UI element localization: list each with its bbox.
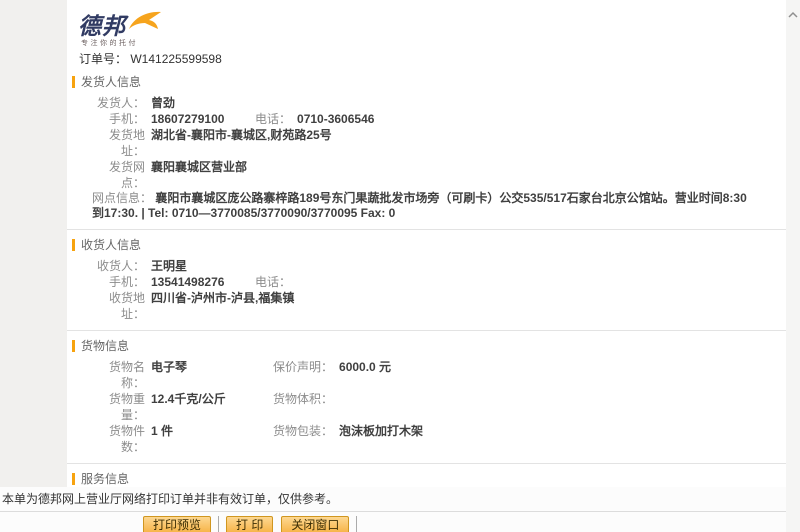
disclaimer-text: 本单为德邦网上营业厅网络打印订单并非有效订单，仅供参考。 [0,487,786,512]
sender-phone-row: 手机： 18607279100 电话： 0710-3606546 [92,111,786,127]
goods-name-value: 电子琴 [151,359,273,391]
goods-packing-value: 泡沫板加打木架 [339,423,423,455]
receiver-section-title: 收货人信息 [72,238,786,252]
goods-insured-label: 保价声明： [273,359,333,391]
section-title-text: 发货人信息 [81,75,141,89]
section-title-text: 服务信息 [81,472,129,486]
button-divider [218,516,219,532]
receiver-name-row: 收货人： 王明星 [92,258,786,274]
goods-quantity-label: 货物件数： [92,423,145,455]
goods-section: 货物信息 货物名称： 电子琴 保价声明： 6000.0 元 货物重量： 12.4… [67,339,786,464]
goods-weight-row: 货物重量： 12.4千克/公斤 货物体积： [92,391,786,423]
goods-name-label: 货物名称： [92,359,145,391]
sender-name-row: 发货人： 曾劲 [92,95,786,111]
order-number-value: W141225599598 [130,52,221,66]
chevron-up-icon[interactable] [788,8,798,16]
receiver-name-value: 王明星 [151,258,187,274]
vertical-scrollbar[interactable] [786,0,800,532]
order-number-line: 订单号： W141225599598 [79,51,786,67]
goods-name-row: 货物名称： 电子琴 保价声明： 6000.0 元 [92,359,786,391]
close-window-button[interactable]: 关闭窗口 [281,516,349,532]
button-row: 打印预览 打 印 关闭窗口 [143,515,786,532]
section-accent-bar [72,239,75,251]
button-divider [356,516,357,532]
service-section: 服务信息 运输方式： 精准卡航 送货方式： 自提 付款方式： 到付 签收单： 无… [67,472,786,487]
header: 德邦 专注你的托付 订单号： W141225599598 [67,0,786,67]
sender-mobile-value: 18607279100 [151,111,255,127]
section-accent-bar [72,340,75,352]
goods-insured-value: 6000.0 元 [339,359,391,391]
goods-quantity-value: 1 件 [151,423,273,455]
receiver-name-label: 收货人： [92,258,145,274]
sender-branch-value: 襄阳襄城区营业部 [151,159,247,191]
branch-info-row: 网点信息： 襄阳市襄城区庞公路寨梓路189号东门果蔬批发市场旁（可刷卡）公交53… [92,191,751,221]
goods-weight-label: 货物重量： [92,391,145,423]
section-accent-bar [72,473,75,485]
section-accent-bar [72,76,75,88]
order-print-page: 德邦 专注你的托付 订单号： W141225599598 发货人信息 发货人： … [0,0,800,532]
section-title-text: 收货人信息 [81,238,141,252]
print-preview-button[interactable]: 打印预览 [143,516,211,532]
bottom-bar: 本单为德邦网上营业厅网络打印订单并非有效订单，仅供参考。 打印预览 打 印 关闭… [0,487,786,532]
receiver-address-label: 收货地址： [92,290,145,322]
receiver-mobile-value: 13541498276 [151,274,255,290]
receiver-section: 收货人信息 收货人： 王明星 手机： 13541498276 电话： 收货地址：… [67,238,786,331]
branch-info-label: 网点信息： [92,191,152,205]
logo-wordmark: 德邦 [78,14,126,38]
branch-info-value: 襄阳市襄城区庞公路寨梓路189号东门果蔬批发市场旁（可刷卡）公交535/517石… [92,191,747,220]
logo-tagline: 专注你的托付 [81,39,786,48]
sender-section-title: 发货人信息 [72,75,786,89]
sender-address-row: 发货地址： 湖北省-襄阳市-襄城区,财苑路25号 [92,127,786,159]
receiver-mobile-label: 手机： [92,274,145,290]
sender-name-label: 发货人： [92,95,145,111]
sender-branch-label: 发货网点： [92,159,145,191]
sender-branch-row: 发货网点： 襄阳襄城区营业部 [92,159,786,191]
sender-section: 发货人信息 发货人： 曾劲 手机： 18607279100 电话： 0710-3… [67,75,786,230]
sender-address-value: 湖北省-襄阳市-襄城区,财苑路25号 [151,127,332,159]
logo-arrow-icon [128,10,162,35]
deppon-logo: 德邦 [78,12,786,38]
goods-volume-label: 货物体积： [273,391,333,423]
sender-phone-label: 电话： [255,111,291,127]
goods-section-title: 货物信息 [72,339,786,353]
left-gutter [0,0,67,487]
goods-weight-value: 12.4千克/公斤 [151,391,273,423]
print-button[interactable]: 打 印 [226,516,273,532]
sender-phone-value: 0710-3606546 [297,111,374,127]
receiver-address-row: 收货地址： 四川省-泸州市-泸县,福集镇 [92,290,786,322]
order-number-label: 订单号： [79,52,127,66]
goods-packing-label: 货物包装： [273,423,333,455]
receiver-phone-row: 手机： 13541498276 电话： [92,274,786,290]
service-section-title: 服务信息 [72,472,786,486]
receiver-phone-label: 电话： [255,274,291,290]
goods-quantity-row: 货物件数： 1 件 货物包装： 泡沫板加打木架 [92,423,786,455]
sender-mobile-label: 手机： [92,111,145,127]
section-title-text: 货物信息 [81,339,129,353]
receiver-address-value: 四川省-泸州市-泸县,福集镇 [151,290,294,322]
sender-name-value: 曾劲 [151,95,175,111]
order-content: 德邦 专注你的托付 订单号： W141225599598 发货人信息 发货人： … [67,0,786,487]
sender-address-label: 发货地址： [92,127,145,159]
